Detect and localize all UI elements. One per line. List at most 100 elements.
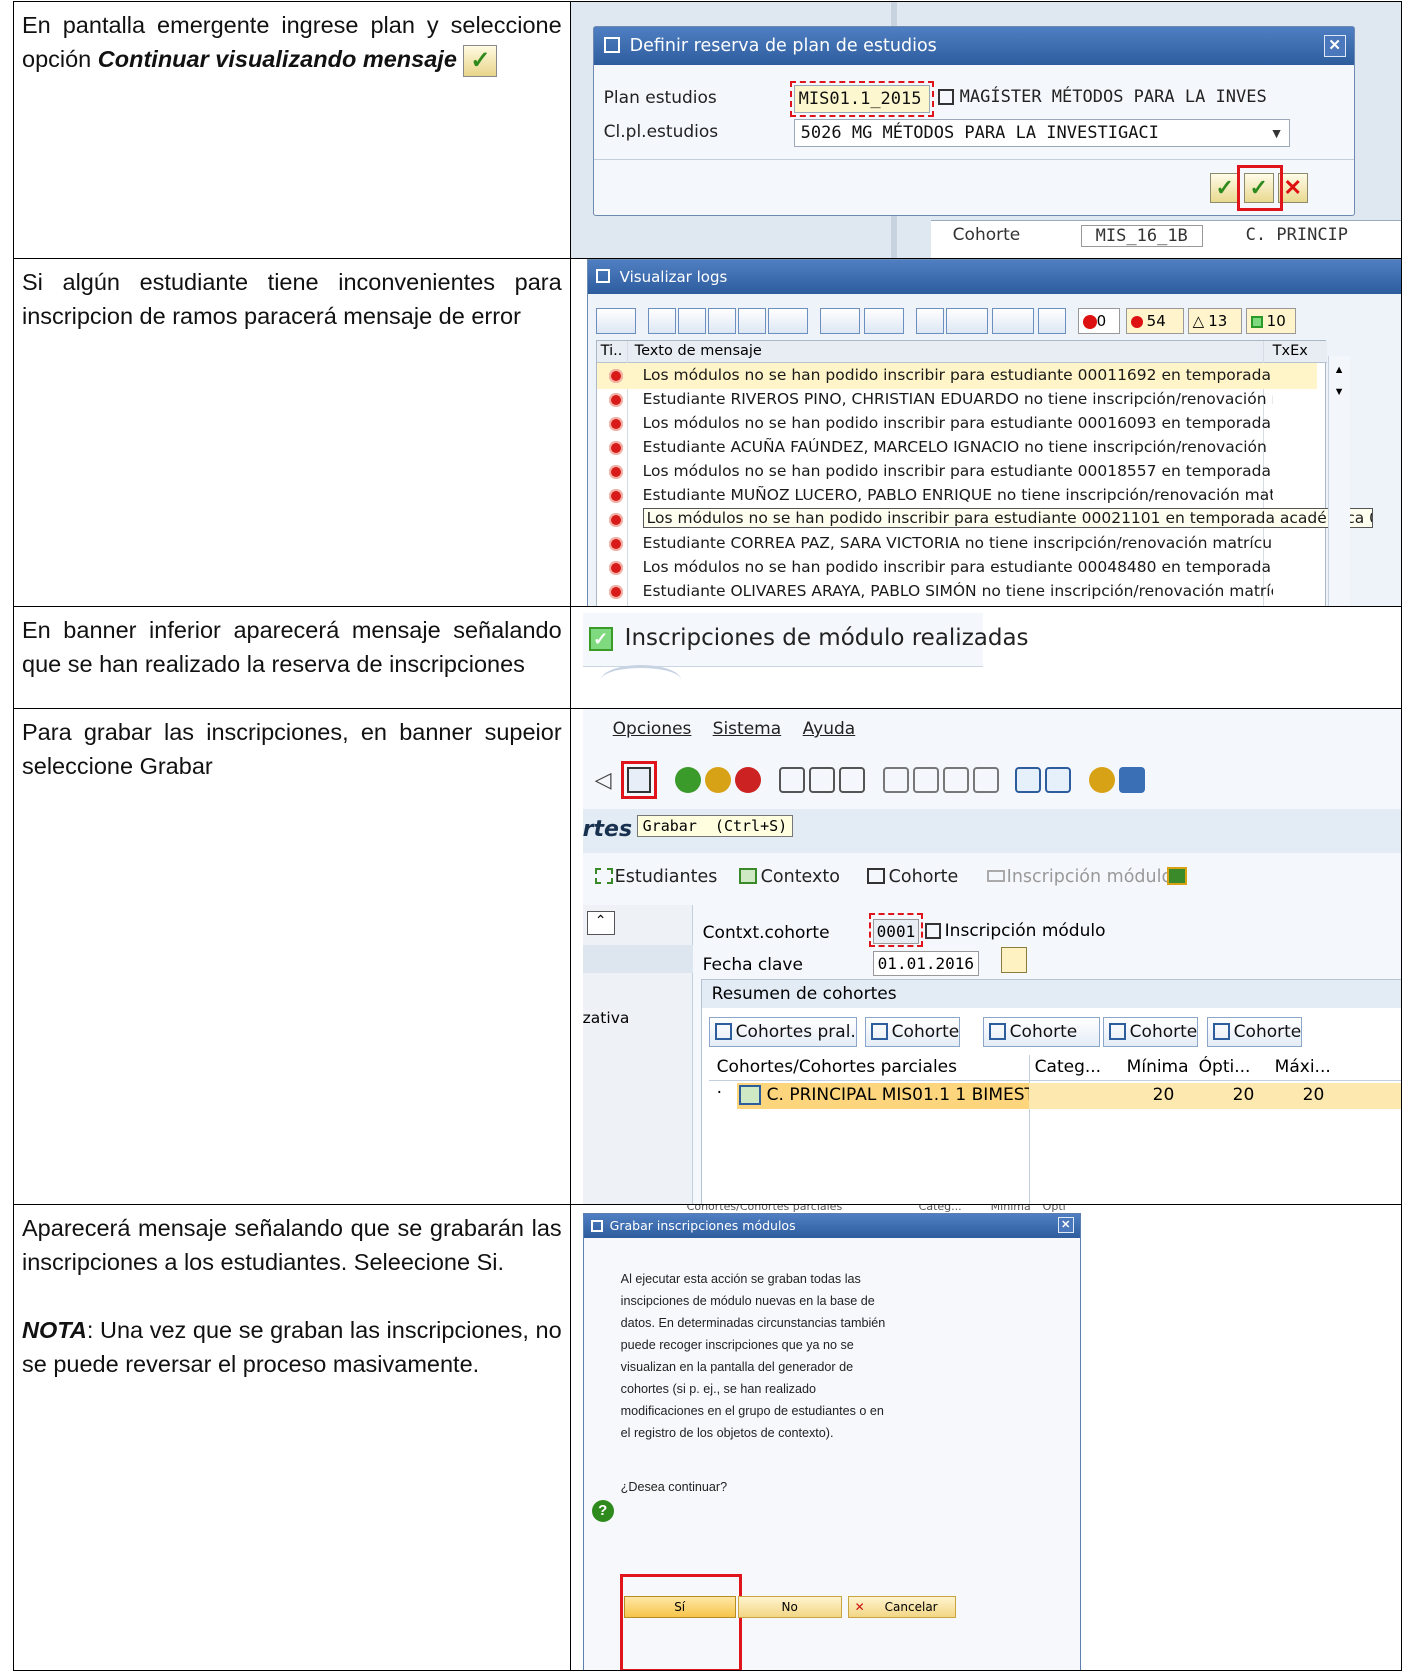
col-txex[interactable]: TxEx bbox=[1273, 343, 1308, 359]
btn-inscripcion[interactable]: Inscripción módulo bbox=[986, 867, 1172, 887]
log-row[interactable]: Los módulos no se han podido inscribir p… bbox=[597, 555, 1317, 581]
find-icon[interactable] bbox=[808, 767, 835, 793]
green-back-icon[interactable] bbox=[674, 767, 701, 793]
instruction-text-4: Para grabar las inscripciones, en banner… bbox=[13, 708, 571, 1205]
print-icon[interactable] bbox=[778, 767, 805, 793]
cl-select[interactable]: 5026 MG MÉTODOS PARA LA INVESTIGACI bbox=[793, 119, 1290, 147]
col-separator bbox=[1028, 1055, 1030, 1204]
plan-description: MAGÍSTER MÉTODOS PARA LA INVES bbox=[959, 87, 1267, 107]
grid-button[interactable] bbox=[1037, 308, 1066, 334]
scroll-up-icon[interactable]: ▲ bbox=[1334, 364, 1345, 376]
col-cohortes[interactable]: Cohortes/Cohortes parciales bbox=[717, 1057, 957, 1077]
btn-cohorte[interactable]: Cohorte bbox=[866, 867, 958, 887]
tree-row-max: 20 bbox=[1302, 1085, 1325, 1105]
find-next-button[interactable] bbox=[737, 308, 766, 334]
btn-cohorte-4[interactable]: Cohorte bbox=[1102, 1017, 1199, 1047]
export-button[interactable] bbox=[945, 308, 988, 334]
bg-header-3: Mínima bbox=[990, 1205, 1031, 1213]
bg-header-2: Categ... bbox=[918, 1205, 962, 1213]
log-row[interactable]: Los módulos no se han podido inscribir p… bbox=[597, 459, 1317, 485]
error-icon bbox=[608, 489, 623, 503]
cohort-tree-row[interactable]: · C. PRINCIPAL MIS01.1 1 BIMESTR 20 20 2… bbox=[709, 1083, 1401, 1109]
no-button[interactable]: No bbox=[737, 1596, 842, 1618]
preview-button[interactable] bbox=[915, 308, 944, 334]
fecha-input[interactable]: 01.01.2016 bbox=[872, 951, 979, 976]
stop-count: 0 bbox=[1096, 312, 1107, 330]
layout-icon[interactable] bbox=[1118, 767, 1145, 793]
log-text: Estudiante RIVEROS PINO, CHRISTIAN EDUAR… bbox=[642, 390, 1273, 408]
filter-button[interactable] bbox=[767, 308, 808, 334]
status-bar: ✓ Inscripciones de módulo realizadas bbox=[582, 613, 1029, 667]
close-icon[interactable]: ✕ bbox=[1323, 35, 1346, 57]
sort-button[interactable] bbox=[677, 308, 706, 334]
log-row[interactable]: Los módulos no se han podido inscribir p… bbox=[597, 411, 1317, 437]
btn-cohortes-pral[interactable]: Cohortes pral. bbox=[708, 1017, 857, 1047]
matchcode-icon[interactable] bbox=[937, 89, 954, 105]
cancel-button[interactable]: ✕ Cancelar bbox=[847, 1596, 956, 1618]
execute-icon[interactable] bbox=[1166, 867, 1187, 885]
log-row[interactable]: Estudiante CORREA PAZ, SARA VICTORIA no … bbox=[597, 531, 1317, 557]
students-icon bbox=[594, 868, 613, 884]
confirm-titlebar: Grabar inscripciones módulos bbox=[583, 1214, 1080, 1238]
sum-button[interactable] bbox=[819, 308, 860, 334]
error-icon bbox=[608, 369, 623, 383]
first-page-icon[interactable] bbox=[882, 767, 909, 793]
ok-button[interactable]: ✓ bbox=[1209, 173, 1240, 203]
layout-button[interactable] bbox=[991, 308, 1034, 334]
find-button[interactable] bbox=[707, 308, 736, 334]
btn-cohorte-2[interactable]: Cohorte bbox=[864, 1017, 961, 1047]
help-icon[interactable] bbox=[1088, 767, 1115, 793]
scrollbar[interactable]: ▲ ▼ bbox=[1327, 356, 1350, 606]
next-page-icon[interactable] bbox=[942, 767, 969, 793]
bg-cohorte-value: MIS_16_1B bbox=[1080, 225, 1203, 247]
expand-icon[interactable]: ⌃ bbox=[586, 911, 615, 935]
log-row[interactable]: Estudiante OLIVARES ARAYA, PABLO SIMÓN n… bbox=[597, 579, 1317, 605]
instruction-text-5a: Aparecerá mensaje señalando que se graba… bbox=[22, 1215, 562, 1275]
back-arrow-icon[interactable]: ◁ bbox=[595, 767, 612, 793]
shortcut-icon[interactable] bbox=[1044, 767, 1071, 793]
col-optima[interactable]: Ópti... bbox=[1199, 1057, 1251, 1077]
matchcode-icon[interactable] bbox=[924, 923, 941, 939]
menu-ayuda[interactable]: Ayuda bbox=[803, 719, 856, 739]
scroll-down-icon[interactable]: ▼ bbox=[1334, 386, 1345, 398]
col-type[interactable]: Ti.. bbox=[601, 343, 623, 359]
log-text: Los módulos no se han podido inscribir p… bbox=[642, 414, 1273, 432]
continue-check-icon: ✓ bbox=[463, 44, 498, 77]
toolbar-details-button[interactable] bbox=[595, 308, 636, 334]
close-icon[interactable]: ✕ bbox=[1057, 1217, 1074, 1233]
col-maxima[interactable]: Máxi... bbox=[1275, 1057, 1331, 1077]
stop-counter[interactable]: 0 bbox=[1077, 308, 1120, 334]
warning-counter[interactable]: △ 13 bbox=[1187, 308, 1242, 334]
screenshot-confirm: Cohortes/Cohortes parciales Categ... Mín… bbox=[569, 1204, 1402, 1671]
btn-cohorte-5[interactable]: Cohorte bbox=[1206, 1017, 1303, 1047]
log-row[interactable]: Estudiante ACUÑA FAÚNDEZ, MARCELO IGNACI… bbox=[597, 435, 1317, 461]
log-row[interactable]: Los módulos no se han podido inscribir p… bbox=[596, 363, 1317, 389]
col-minima[interactable]: Mínima bbox=[1127, 1057, 1189, 1077]
find-next-icon[interactable] bbox=[838, 767, 865, 793]
chevron-down-icon[interactable]: ▼ bbox=[1270, 125, 1284, 141]
error-icon bbox=[608, 585, 623, 599]
menu-sistema[interactable]: Sistema bbox=[713, 719, 781, 739]
cancel-icon[interactable] bbox=[734, 767, 761, 793]
new-session-icon[interactable] bbox=[1014, 767, 1041, 793]
subtotal-button[interactable] bbox=[863, 308, 904, 334]
col-categ[interactable]: Categ... bbox=[1035, 1057, 1101, 1077]
prev-page-icon[interactable] bbox=[912, 767, 939, 793]
calendar-icon[interactable] bbox=[1000, 947, 1027, 973]
background-header: Cohortes/Cohortes parciales Categ... Mín… bbox=[687, 1205, 1083, 1214]
error-counter[interactable]: 54 bbox=[1125, 308, 1184, 334]
menu-opciones[interactable]: Opciones bbox=[613, 719, 692, 739]
col-text[interactable]: Texto de mensaje bbox=[635, 343, 762, 359]
btn-contexto[interactable]: Contexto bbox=[738, 867, 840, 887]
log-row[interactable]: Los módulos no se han podido inscribir p… bbox=[597, 507, 1397, 533]
btn-cohorte-3[interactable]: Cohorte bbox=[982, 1017, 1101, 1047]
last-page-icon[interactable] bbox=[972, 767, 999, 793]
exit-icon[interactable] bbox=[704, 767, 731, 793]
log-text: Estudiante MUÑOZ LUCERO, PABLO ENRIQUE n… bbox=[642, 486, 1273, 504]
print-button[interactable] bbox=[647, 308, 676, 334]
logs-grid-header: Ti.. Texto de mensaje TxEx bbox=[596, 341, 1327, 363]
log-row[interactable]: Estudiante MUÑOZ LUCERO, PABLO ENRIQUE n… bbox=[597, 483, 1317, 509]
success-counter[interactable]: 10 bbox=[1245, 308, 1296, 334]
btn-estudiantes[interactable]: Estudiantes bbox=[594, 867, 717, 887]
log-row[interactable]: Estudiante RIVEROS PINO, CHRISTIAN EDUAR… bbox=[597, 387, 1317, 413]
